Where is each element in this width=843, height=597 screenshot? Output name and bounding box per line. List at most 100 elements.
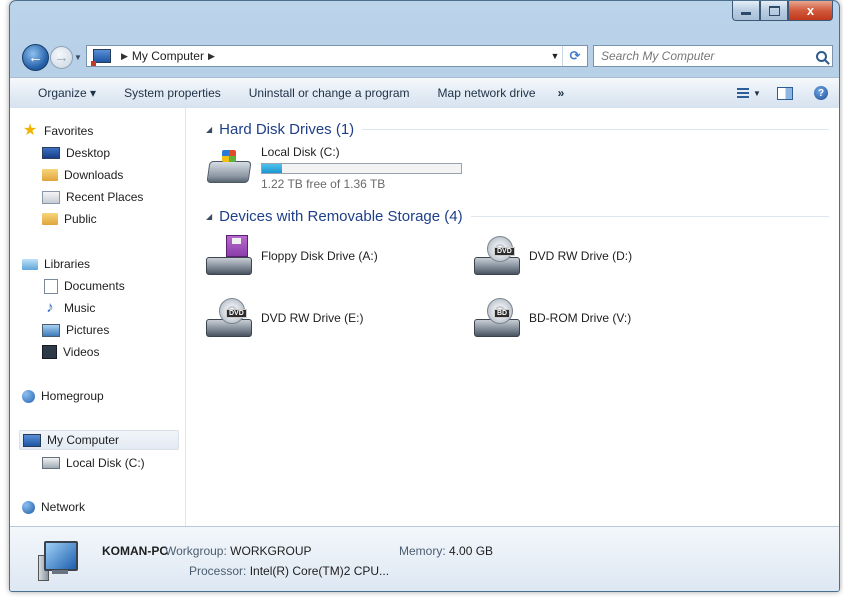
group-divider <box>470 216 829 217</box>
details-pane: KOMAN-PC Workgroup: WORKGROUP Memory: 4.… <box>10 526 839 591</box>
group-divider <box>362 129 829 130</box>
drive-name: BD-ROM Drive (V:) <box>529 311 632 325</box>
workgroup-row: Workgroup: WORKGROUP <box>165 544 312 558</box>
nav-label: Recent Places <box>66 190 144 204</box>
toolbar-overflow-button[interactable]: » <box>550 86 573 100</box>
maximize-button[interactable] <box>760 1 788 21</box>
capacity-bar-fill <box>262 164 282 173</box>
drive-bd-rom-v[interactable]: BD BD-ROM Drive (V:) <box>472 297 631 339</box>
memory-value: 4.00 GB <box>449 544 494 558</box>
back-arrow-icon: ← <box>28 49 43 66</box>
downloads-folder-icon <box>42 169 58 181</box>
music-icon: ♪ <box>46 299 54 316</box>
help-icon: ? <box>814 86 828 100</box>
drive-badge: DVD <box>226 309 247 318</box>
libraries-icon <box>22 258 38 270</box>
dvd-drive-icon: DVD <box>204 297 252 339</box>
nav-label: Local Disk (C:) <box>66 456 145 470</box>
search-icon[interactable] <box>810 50 832 62</box>
drive-badge: BD <box>494 309 511 318</box>
forward-arrow-icon: → <box>54 49 69 66</box>
collapse-triangle-icon[interactable]: ◢ <box>206 125 212 134</box>
forward-button[interactable]: → <box>50 46 73 69</box>
drive-dvd-d[interactable]: DVD DVD RW Drive (D:) <box>472 235 632 277</box>
computer-icon <box>23 433 41 447</box>
explorer-window: x ← → ▼ ▶ My Computer ▶ ▼ ⟳ Organize ▾ S… <box>9 0 840 592</box>
close-button[interactable]: x <box>788 1 833 21</box>
address-bar[interactable]: ▶ My Computer ▶ ▼ ⟳ <box>86 45 588 67</box>
nav-label: Downloads <box>64 168 124 182</box>
drive-name: Floppy Disk Drive (A:) <box>261 249 378 263</box>
nav-label: Favorites <box>44 124 94 138</box>
computer-icon <box>36 539 86 581</box>
help-button[interactable]: ? <box>803 83 839 103</box>
breadcrumb-arrow-icon[interactable]: ▶ <box>121 51 128 62</box>
workgroup-value: WORKGROUP <box>230 544 312 558</box>
title-bar[interactable]: x <box>10 1 839 37</box>
videos-icon <box>42 345 57 359</box>
uninstall-program-button[interactable]: Uninstall or change a program <box>235 86 424 100</box>
nav-label: Public <box>64 212 97 226</box>
capacity-bar <box>261 163 462 174</box>
memory-row: Memory: 4.00 GB <box>399 544 493 558</box>
recent-pages-dropdown[interactable]: ▼ <box>74 53 82 62</box>
nav-local-disk-c[interactable]: Local Disk (C:) <box>42 453 145 473</box>
nav-homegroup[interactable]: Homegroup <box>22 386 104 406</box>
nav-network[interactable]: Network <box>22 497 85 517</box>
network-icon <box>22 500 35 514</box>
group-removable-storage[interactable]: ◢ Devices with Removable Storage (4) <box>206 208 829 225</box>
bd-drive-icon: BD <box>472 297 520 339</box>
nav-music[interactable]: ♪ Music <box>42 298 95 318</box>
processor-value: Intel(R) Core(TM)2 CPU... <box>249 564 390 578</box>
drive-name: DVD RW Drive (E:) <box>261 311 364 325</box>
search-input[interactable] <box>594 48 810 64</box>
drive-name: DVD RW Drive (D:) <box>529 249 633 263</box>
nav-label: Libraries <box>44 257 91 271</box>
address-dropdown-icon[interactable]: ▼ <box>548 51 562 61</box>
views-icon <box>737 87 750 99</box>
nav-pictures[interactable]: Pictures <box>42 320 109 340</box>
map-network-drive-button[interactable]: Map network drive <box>424 86 550 100</box>
collapse-triangle-icon[interactable]: ◢ <box>206 212 212 221</box>
nav-favorites[interactable]: ★ Favorites <box>22 121 94 141</box>
nav-recent-places[interactable]: Recent Places <box>42 187 143 207</box>
search-box[interactable] <box>593 45 833 67</box>
organize-menu[interactable]: Organize ▾ <box>10 86 110 100</box>
address-row: ← → ▼ ▶ My Computer ▶ ▼ ⟳ <box>10 41 839 71</box>
nav-label: Videos <box>63 345 100 359</box>
nav-label: Documents <box>64 279 125 293</box>
refresh-button[interactable]: ⟳ <box>562 46 587 66</box>
caption-buttons: x <box>732 1 833 21</box>
nav-documents[interactable]: Documents <box>42 276 125 296</box>
system-properties-button[interactable]: System properties <box>110 86 235 100</box>
nav-public[interactable]: Public <box>42 209 97 229</box>
nav-label: Music <box>64 301 96 315</box>
documents-icon <box>44 278 58 294</box>
drive-dvd-e[interactable]: DVD DVD RW Drive (E:) <box>204 297 363 339</box>
group-header: Devices with Removable Storage (4) <box>219 208 463 225</box>
drive-name: Local Disk (C:) <box>261 145 340 159</box>
local-disk-icon <box>42 457 60 469</box>
nav-desktop[interactable]: Desktop <box>42 143 110 163</box>
breadcrumb-arrow-icon[interactable]: ▶ <box>208 51 215 62</box>
group-hard-disk-drives[interactable]: ◢ Hard Disk Drives (1) <box>206 121 829 138</box>
nav-label: Network <box>41 500 86 514</box>
homegroup-icon <box>22 389 35 403</box>
change-view-button[interactable]: ▼ <box>731 83 767 103</box>
computer-name: KOMAN-PC <box>102 544 168 558</box>
breadcrumb-my-computer[interactable]: My Computer <box>132 49 204 63</box>
nav-label: Homegroup <box>41 389 104 403</box>
processor-row: Processor: Intel(R) Core(TM)2 CPU... <box>189 564 389 578</box>
minimize-button[interactable] <box>732 1 760 21</box>
nav-downloads[interactable]: Downloads <box>42 165 123 185</box>
preview-pane-button[interactable] <box>767 83 803 103</box>
back-button[interactable]: ← <box>22 44 49 71</box>
drive-floppy-a[interactable]: Floppy Disk Drive (A:) <box>204 235 378 277</box>
nav-my-computer[interactable]: My Computer <box>19 430 179 450</box>
chevron-down-icon: ▼ <box>753 88 761 98</box>
drive-local-disk-c[interactable]: Local Disk (C:) 1.22 TB free of 1.36 TB <box>204 145 462 191</box>
recent-places-icon <box>42 190 60 204</box>
drive-badge: DVD <box>494 247 515 256</box>
nav-videos[interactable]: Videos <box>42 342 99 362</box>
nav-libraries[interactable]: Libraries <box>22 254 90 274</box>
